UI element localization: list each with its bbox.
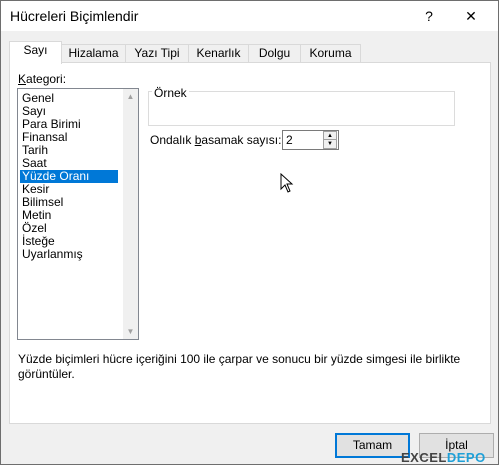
dialog-title: Hücreleri Biçimlendir [10,8,139,24]
decimal-label-before: Ondalık [150,133,195,147]
category-label-accel: K [18,72,27,86]
ok-button[interactable]: Tamam [335,433,410,458]
decimal-places-label: Ondalık basamak sayısı: [150,133,281,147]
tab-font[interactable]: Yazı Tipi [125,44,189,63]
category-listbox[interactable]: Genel Sayı Para Birimi Finansal Tarih Sa… [17,88,139,340]
scroll-down-arrow-icon[interactable]: ▼ [123,324,138,339]
watermark-logo: EXCELDEPO [401,450,486,465]
sample-group [148,91,455,126]
tab-protection[interactable]: Koruma [300,44,361,63]
decimal-places-value[interactable]: 2 [286,133,293,147]
category-label-rest: ategori: [26,72,67,86]
title-bar: Hücreleri Biçimlendir ? ✕ [1,1,498,31]
category-scrollbar[interactable]: ▲ ▼ [123,89,138,339]
category-item-istege-uyarlanmis[interactable]: İsteğe Uyarlanmış [20,235,118,261]
number-tab-panel: Kategori: Genel Sayı Para Birimi Finansa… [9,62,491,424]
decimal-label-after: asamak sayısı: [201,133,282,147]
tab-fill[interactable]: Dolgu [248,44,301,63]
watermark-part1: EXCEL [401,450,447,465]
watermark-part2: DEPO [446,450,486,465]
spin-down-icon[interactable]: ▼ [323,139,337,149]
format-cells-dialog: Hücreleri Biçimlendir ? ✕ Sayı Hizalama … [0,0,499,465]
tab-alignment[interactable]: Hizalama [61,44,126,63]
decimal-places-spinbox[interactable]: 2 ▲ ▼ [282,130,339,150]
close-button[interactable]: ✕ [456,5,486,27]
tab-border[interactable]: Kenarlık [188,44,249,63]
scroll-up-arrow-icon[interactable]: ▲ [123,89,138,104]
sample-label: Örnek [152,86,189,100]
category-label: Kategori: [18,72,66,86]
mouse-pointer-icon [280,173,294,193]
category-description: Yüzde biçimleri hücre içeriğini 100 ile … [18,352,461,381]
help-button[interactable]: ? [414,5,444,27]
tab-number[interactable]: Sayı [9,41,62,64]
